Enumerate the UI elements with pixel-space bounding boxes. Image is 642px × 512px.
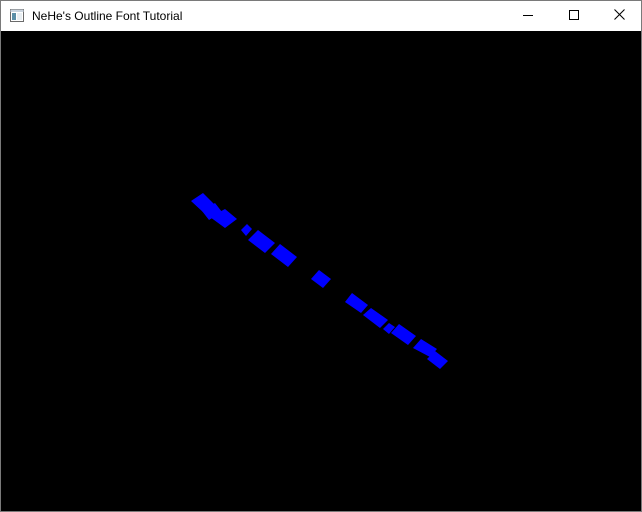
opengl-viewport[interactable] [1,31,641,511]
app-window-icon [10,9,24,22]
close-icon [613,7,625,25]
title-bar[interactable]: NeHe's Outline Font Tutorial [1,1,641,31]
window-title: NeHe's Outline Font Tutorial [32,9,183,23]
minimize-icon [523,7,533,25]
maximize-button[interactable] [551,1,597,31]
close-button[interactable] [596,1,642,31]
viewport-background [1,31,641,511]
outline-text-render [1,31,641,511]
app-window: NeHe's Outline Font Tutorial [0,0,642,512]
maximize-icon [569,7,579,25]
minimize-button[interactable] [505,1,551,31]
